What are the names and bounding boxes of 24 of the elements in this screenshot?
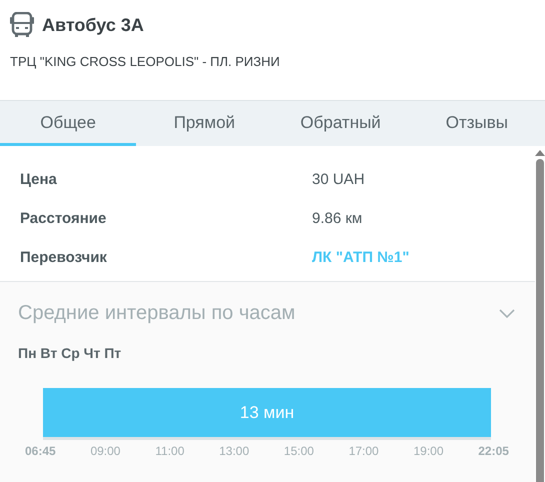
weekdays: Пн Вт Ср Чт Пт [18, 345, 122, 361]
tab[interactable]: Отзывы [408, 101, 545, 146]
bus-icon [10, 12, 34, 38]
time-label: 11:00 [155, 444, 184, 458]
chevron-icon[interactable] [499, 308, 515, 318]
info-label: Расстояние [20, 210, 108, 227]
time-label: 06:45 [25, 444, 56, 458]
time-label: 09:00 [90, 444, 120, 458]
tab[interactable]: Общее [0, 101, 136, 146]
route-name: ТРЦ "KING CROSS LEOPOLIS" - ПЛ. РИЗНИ [10, 54, 281, 69]
section-title: Средние интервалы по часам [18, 302, 296, 325]
interval-segment: 13 мин [43, 388, 491, 437]
route-title: Автобус 3А [42, 14, 144, 36]
time-label: 17:00 [348, 444, 379, 458]
tab[interactable]: Обратный [272, 101, 409, 146]
tab[interactable]: Прямой [136, 101, 272, 146]
info-label: Цена [20, 171, 58, 188]
time-label: 15:00 [284, 444, 314, 458]
time-label: 22:05 [478, 444, 509, 458]
time-label: 19:00 [413, 444, 444, 458]
time-label: 13:00 [219, 444, 250, 458]
info-value: 9.86 км [312, 210, 362, 227]
info-value: 30 UAH [312, 171, 365, 188]
info-label: Перевозчик [20, 249, 108, 266]
